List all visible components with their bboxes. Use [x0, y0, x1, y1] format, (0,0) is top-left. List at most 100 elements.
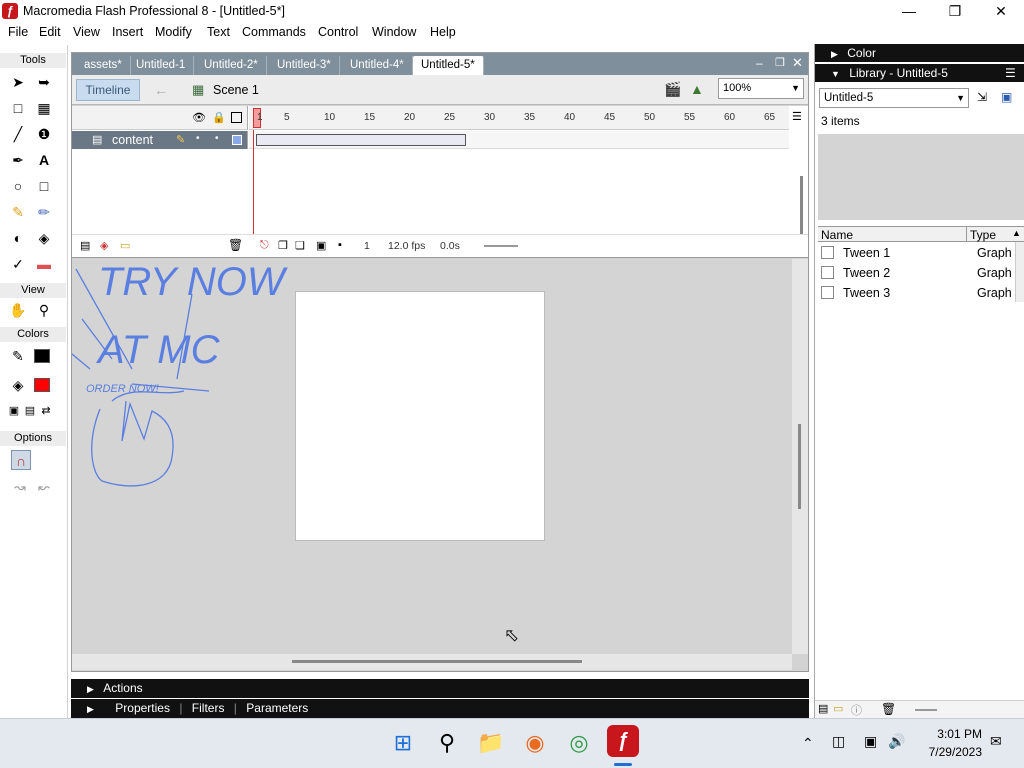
pasteboard[interactable]: TRY NOW AT MC ORDER NOW! ⬁ — [72, 259, 792, 654]
tab-untitled-5[interactable]: Untitled-5* — [413, 56, 484, 75]
delete-layer-icon[interactable]: 🗑 — [228, 238, 243, 252]
onion-outlines-icon[interactable]: ❏ — [295, 239, 305, 252]
edit-symbols-icon[interactable]: ▲ — [690, 81, 704, 97]
pencil-tool-icon[interactable]: ✎ — [8, 202, 28, 222]
filters-tab[interactable]: Filters — [192, 701, 225, 715]
eye-icon[interactable]: 👁 — [192, 111, 206, 124]
menu-view[interactable]: View — [73, 25, 100, 39]
doc-minimize-icon[interactable]: – — [756, 56, 763, 70]
add-motion-guide-icon[interactable]: ◈ — [100, 239, 108, 252]
hscroll-thumb[interactable] — [292, 660, 582, 663]
eraser-tool-icon[interactable]: ▬ — [34, 254, 54, 274]
tab-untitled-3[interactable]: Untitled-3* — [269, 56, 340, 75]
ink-bottle-tool-icon[interactable]: ◐ — [8, 228, 28, 248]
subselection-tool-icon[interactable]: ➥ — [34, 72, 54, 92]
zoom-tool-icon[interactable]: ⚲ — [34, 300, 54, 320]
search-icon[interactable]: ⚲ — [431, 727, 463, 759]
firefox-icon[interactable]: ◉ — [519, 727, 551, 759]
type-column-header[interactable]: Type — [970, 228, 996, 242]
paint-bucket-tool-icon[interactable]: ◈ — [34, 228, 54, 248]
line-tool-icon[interactable]: ╱ — [8, 124, 28, 144]
library-document-select[interactable]: Untitled-5 ▼ — [819, 88, 969, 108]
frame-ruler[interactable]: 1 5 10 15 20 25 30 35 40 45 50 55 60 65 — [249, 106, 789, 130]
layer-outline-swatch[interactable] — [232, 135, 242, 145]
menu-control[interactable]: Control — [318, 25, 358, 39]
actions-panel-bar[interactable]: ▶ Actions — [71, 679, 809, 698]
tab-untitled-4[interactable]: Untitled-4* — [342, 56, 413, 75]
properties-icon[interactable]: ⓘ — [851, 702, 862, 718]
close-button[interactable]: ✕ — [978, 0, 1024, 22]
library-item[interactable]: Tween 2 Graph — [818, 263, 1018, 283]
clock-time[interactable]: 3:01 PM — [920, 727, 982, 741]
doc-close-icon[interactable]: ✕ — [792, 55, 803, 71]
properties-panel-bar[interactable]: ▶ Properties | Filters | Parameters — [71, 699, 809, 718]
flash-taskbar-icon[interactable]: ƒ — [607, 725, 639, 757]
library-hscroll-thumb[interactable] — [915, 709, 937, 711]
stage[interactable] — [295, 291, 545, 541]
edit-multiple-frames-icon[interactable]: ▣ — [316, 239, 326, 252]
hand-tool-icon[interactable]: ✋ — [8, 300, 28, 320]
modify-onion-markers-icon[interactable]: ▪ — [338, 239, 342, 251]
center-frame-icon[interactable]: ⎋ — [260, 239, 269, 252]
fill-transform-tool-icon[interactable]: ▦ — [34, 98, 54, 118]
chrome-icon[interactable]: ◎ — [563, 727, 595, 759]
chevron-up-icon[interactable]: ⌃ — [802, 735, 814, 752]
stage-hscroll[interactable] — [72, 654, 792, 670]
parameters-tab[interactable]: Parameters — [246, 701, 308, 715]
new-folder-icon[interactable]: ▭ — [833, 702, 843, 715]
new-library-panel-icon[interactable]: ▣ — [1001, 90, 1012, 104]
minimize-button[interactable]: — — [886, 0, 932, 22]
tab-assets[interactable]: assets* — [76, 56, 131, 75]
doc-restore-icon[interactable]: ❐ — [775, 56, 785, 69]
pin-library-icon[interactable]: ⇲ — [977, 90, 987, 104]
eyedropper-tool-icon[interactable]: ✓ — [8, 254, 28, 274]
library-vscroll[interactable] — [1015, 242, 1024, 302]
menu-file[interactable]: File — [8, 25, 28, 39]
volume-icon[interactable]: 🔊 — [888, 733, 905, 750]
frame-row[interactable] — [249, 131, 789, 149]
outline-icon[interactable] — [231, 112, 242, 123]
swap-colors-icon[interactable]: ⇄ — [36, 401, 56, 421]
stage-vscroll[interactable] — [792, 259, 808, 654]
smooth-icon[interactable]: ↝ — [10, 477, 30, 497]
menu-modify[interactable]: Modify — [155, 25, 192, 39]
notification-icon[interactable]: ✉ — [990, 733, 1002, 750]
text-tool-icon[interactable]: A — [34, 150, 54, 170]
network-icon[interactable]: ◫ — [832, 733, 845, 750]
maximize-button[interactable]: ❐ — [932, 0, 978, 22]
pen-tool-icon[interactable]: ✒ — [8, 150, 28, 170]
oval-tool-icon[interactable]: ○ — [8, 176, 28, 196]
delete-item-icon[interactable]: 🗑 — [881, 702, 896, 716]
onion-skin-icon[interactable]: ❐ — [278, 239, 288, 252]
clock-date[interactable]: 7/29/2023 — [910, 745, 982, 759]
display-icon[interactable]: ▣ — [864, 733, 877, 750]
edit-scene-icon[interactable]: 🎬 — [664, 81, 681, 98]
layer-visibility-dot[interactable]: • — [196, 133, 200, 144]
new-symbol-icon[interactable]: ▤ — [818, 702, 828, 715]
lasso-tool-icon[interactable]: ❶ — [34, 124, 54, 144]
motion-tween-span[interactable] — [256, 134, 466, 146]
snap-to-objects-icon[interactable]: ∩ — [11, 450, 31, 470]
fill-color-swatch[interactable] — [34, 378, 50, 392]
menu-edit[interactable]: Edit — [39, 25, 61, 39]
zoom-select[interactable]: 100% ▼ — [718, 78, 804, 99]
selection-tool-icon[interactable]: ➤ — [8, 72, 28, 92]
properties-tab[interactable]: Properties — [115, 701, 170, 715]
insert-folder-icon[interactable]: ▭ — [120, 239, 130, 252]
brush-tool-icon[interactable]: ✏ — [34, 202, 54, 222]
tab-untitled-2[interactable]: Untitled-2* — [196, 56, 267, 75]
stroke-color-swatch[interactable] — [34, 349, 50, 363]
straighten-icon[interactable]: ↜ — [34, 477, 54, 497]
menu-insert[interactable]: Insert — [112, 25, 143, 39]
timeline-toggle-button[interactable]: Timeline — [76, 79, 140, 101]
vscroll-thumb[interactable] — [798, 424, 801, 509]
menu-help[interactable]: Help — [430, 25, 456, 39]
tab-untitled-1[interactable]: Untitled-1 — [128, 56, 195, 75]
insert-layer-icon[interactable]: ▤ — [80, 239, 90, 252]
rectangle-tool-icon[interactable]: □ — [34, 176, 54, 196]
library-item[interactable]: Tween 3 Graph — [818, 283, 1018, 303]
menu-window[interactable]: Window — [372, 25, 416, 39]
free-transform-tool-icon[interactable]: □ — [8, 98, 28, 118]
timeline-menu-icon[interactable]: ☰ — [792, 110, 802, 123]
name-column-header[interactable]: Name — [821, 228, 853, 242]
